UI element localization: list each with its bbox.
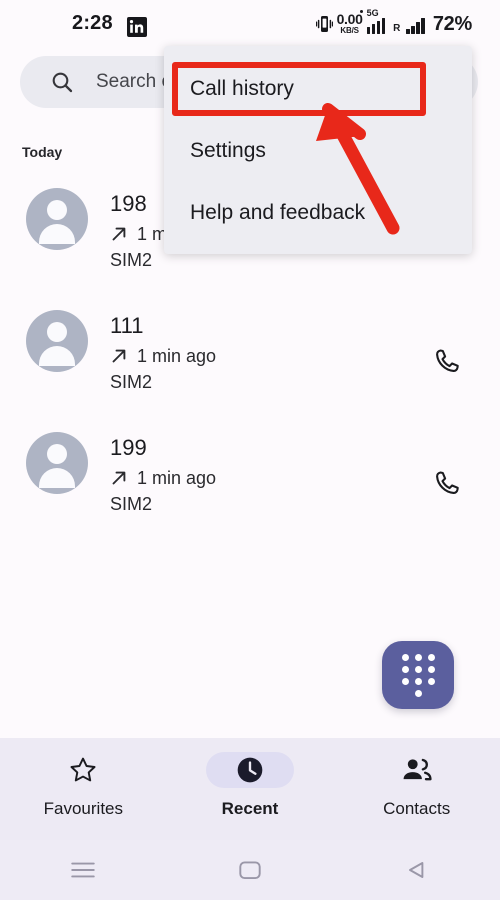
star-icon [39, 752, 127, 788]
call-number: 199 [110, 435, 147, 460]
sim2-signal [406, 18, 425, 34]
battery-percent: 72% [432, 13, 472, 35]
dialpad-fab[interactable] [382, 641, 454, 709]
avatar [26, 310, 88, 372]
call-sim: SIM2 [110, 371, 153, 392]
call-time: 1 min ago [137, 345, 217, 366]
outgoing-call-arrow-icon [112, 227, 126, 241]
call-number: 111 [110, 313, 144, 338]
back-button[interactable] [333, 858, 500, 882]
bottom-navigation: Favourites Recent Contacts [0, 738, 500, 840]
call-meta: 1 min ago [110, 468, 216, 489]
outgoing-call-arrow-icon [112, 349, 126, 363]
phone-call-icon[interactable] [432, 346, 464, 378]
dialpad-icon [401, 653, 435, 697]
data-rate-indicator: 0.00 KB/S [337, 12, 363, 35]
call-entry-info: 111 1 min ago SIM2 [110, 310, 216, 393]
signal-bars-icon-2 [406, 18, 425, 34]
nav-label-favourites: Favourites [43, 799, 124, 818]
call-time: 1 min ago [137, 467, 217, 488]
status-bar: 2:28 0.00 KB/S 5G R 72% [0, 0, 500, 46]
nav-label-contacts: Contacts [383, 799, 451, 818]
nav-tab-contacts[interactable]: Contacts [333, 738, 500, 819]
data-rate-value: 0.00 [336, 11, 363, 27]
table-row[interactable]: 111 1 min ago SIM2 [0, 302, 500, 424]
call-entry-info: 199 1 min ago SIM2 [110, 432, 216, 515]
network-type-label: 5G [366, 8, 379, 18]
signal-bars-icon [366, 18, 386, 34]
hamburger-icon [71, 862, 96, 878]
clock-icon [206, 752, 294, 788]
outgoing-call-arrow-icon [112, 471, 126, 485]
contacts-icon [373, 752, 461, 788]
data-rate-unit: KB/S [340, 26, 359, 35]
menu-item-settings[interactable]: Settings [164, 120, 472, 182]
triangle-left-icon [408, 862, 424, 878]
phone-screen: 2:28 0.00 KB/S 5G R 72% Search Today 198… [0, 0, 500, 900]
menu-item-call-history[interactable]: Call history [164, 58, 472, 120]
avatar [26, 188, 88, 250]
android-system-nav [0, 840, 500, 900]
status-indicators: 0.00 KB/S 5G R 72% [315, 9, 472, 36]
home-button[interactable] [167, 858, 334, 882]
status-clock: 2:28 [72, 12, 113, 34]
vibrate-icon [315, 16, 333, 32]
square-icon [239, 861, 261, 880]
signal-dot-icon [359, 10, 363, 13]
search-icon [52, 72, 73, 93]
menu-item-help-and-feedback[interactable]: Help and feedback [164, 182, 472, 244]
call-meta: 1 min ago [110, 346, 216, 367]
avatar [26, 432, 88, 494]
call-sim: SIM2 [110, 493, 153, 514]
roaming-label: R [393, 23, 401, 34]
sim1-signal: 5G [359, 9, 386, 34]
phone-call-icon[interactable] [432, 468, 464, 500]
nav-tab-favourites[interactable]: Favourites [0, 738, 167, 819]
table-row[interactable]: 199 1 min ago SIM2 [0, 424, 500, 546]
overflow-menu: Call history Settings Help and feedback [164, 46, 472, 254]
linkedin-icon [127, 17, 147, 37]
section-header-today: Today [22, 144, 63, 160]
nav-label-recent: Recent [221, 799, 279, 818]
recents-button[interactable] [0, 859, 167, 881]
nav-tab-recent[interactable]: Recent [167, 738, 334, 819]
